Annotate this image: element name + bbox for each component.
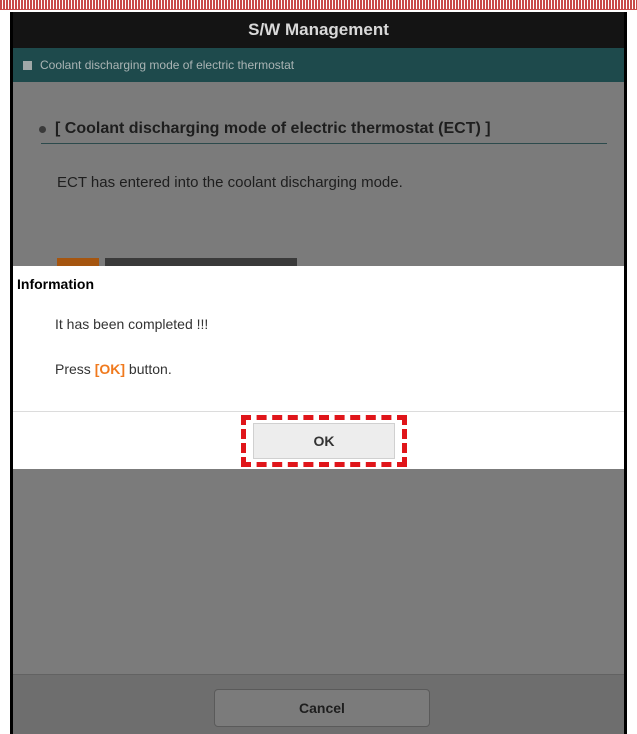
information-dialog: Information It has been completed !!! Pr… (13, 266, 624, 469)
top-border-decoration (0, 0, 637, 10)
cancel-button[interactable]: Cancel (214, 689, 430, 727)
section-title-text: [ Coolant discharging mode of electric t… (55, 120, 491, 137)
footer-bar: Cancel (13, 674, 624, 734)
status-message: ECT has entered into the coolant dischar… (57, 174, 403, 191)
section-title: [ Coolant discharging mode of electric t… (39, 120, 491, 138)
square-bullet-icon (23, 60, 32, 70)
bullet-dot-icon (39, 125, 46, 133)
window-title: S/W Management (248, 20, 389, 39)
section-divider (41, 143, 607, 144)
dimmed-background (13, 469, 624, 674)
subheader-bar: Coolant discharging mode of electric the… (13, 48, 624, 82)
title-bar: S/W Management (13, 12, 624, 48)
subheader-label: Coolant discharging mode of electric the… (40, 58, 295, 72)
dialog-title: Information (17, 276, 94, 292)
obscured-text-segment (105, 258, 297, 266)
dialog-divider (13, 411, 624, 412)
instruction-suffix: button. (125, 361, 172, 377)
instruction-prefix: Press (55, 361, 95, 377)
content-panel: [ Coolant discharging mode of electric t… (13, 82, 624, 266)
dialog-instruction: Press [OK] button. (55, 361, 172, 377)
obscured-text-segment (57, 258, 99, 266)
app-window: S/W Management Coolant discharging mode … (10, 12, 627, 734)
ok-button[interactable]: OK (253, 423, 395, 459)
instruction-highlight: [OK] (94, 361, 126, 377)
dialog-message: It has been completed !!! (55, 316, 209, 332)
